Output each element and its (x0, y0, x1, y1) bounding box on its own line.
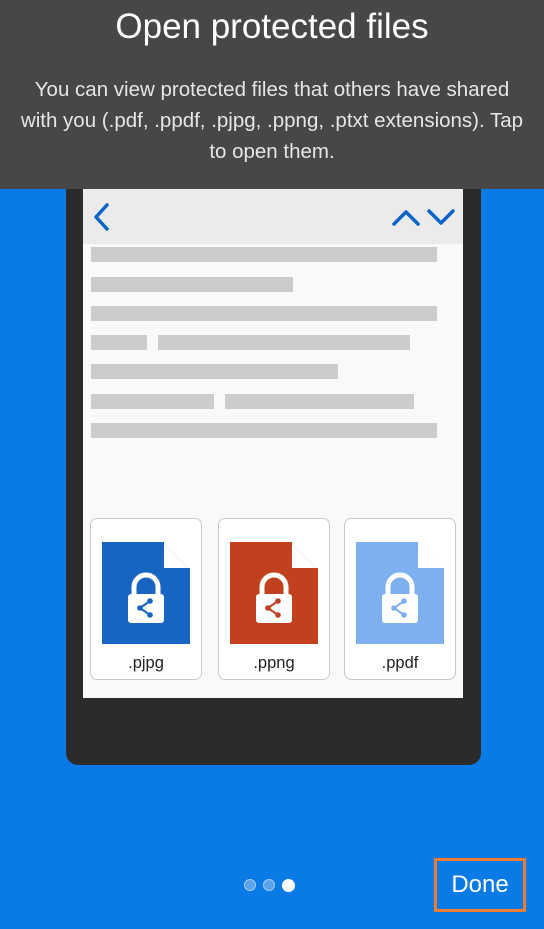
file-extension-label: .ppdf (381, 654, 419, 672)
text-placeholder-line (91, 335, 147, 350)
text-placeholder-line (225, 394, 414, 409)
phone-illustration: .pjpg .ppng .ppdf (66, 189, 481, 765)
text-placeholder-line (91, 423, 437, 438)
page-dot[interactable] (263, 879, 275, 891)
chevron-up-icon (392, 210, 420, 226)
text-placeholder-line (91, 277, 293, 292)
page-dot[interactable] (244, 879, 256, 891)
file-extension-label: .ppng (253, 654, 295, 672)
file-extension-label: .pjpg (128, 654, 164, 672)
file-tile-ppng: .ppng (218, 518, 330, 680)
page-title: Open protected files (115, 7, 429, 46)
file-tile-ppdf: .ppdf (344, 518, 456, 680)
protected-file-icon (356, 542, 444, 644)
phone-screen: .pjpg .ppng .ppdf (83, 189, 463, 698)
text-placeholder-line (91, 247, 437, 262)
viewer-nav-bar (83, 189, 463, 244)
done-button[interactable]: Done (434, 858, 526, 912)
text-placeholder-line (158, 335, 410, 350)
chevron-down-icon (427, 209, 455, 225)
page-description: You can view protected files that others… (20, 78, 524, 163)
chevron-left-icon (94, 203, 109, 231)
text-placeholder-line (91, 364, 338, 379)
protected-file-icon (102, 542, 190, 644)
text-placeholder-line (91, 394, 214, 409)
text-placeholder-line (91, 306, 437, 321)
page-dot-active[interactable] (282, 878, 295, 892)
tutorial-header: Open protected files You can view protec… (0, 0, 544, 189)
file-tile-pjpg: .pjpg (90, 518, 202, 680)
protected-file-icon (230, 542, 318, 644)
